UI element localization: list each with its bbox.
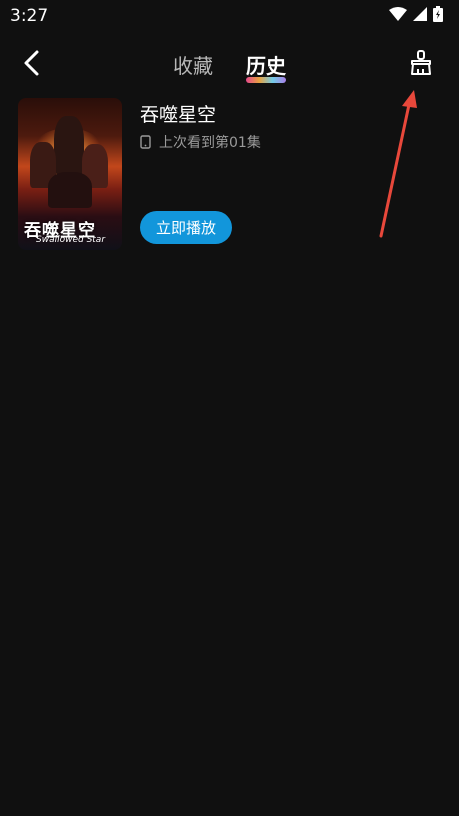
- tab-favorites[interactable]: 收藏: [173, 50, 213, 79]
- watch-progress: 上次看到第01集: [140, 132, 261, 152]
- poster-title-en: Swallowed Star: [36, 235, 106, 245]
- status-icons: [389, 6, 443, 22]
- tab-favorites-label: 收藏: [172, 54, 213, 78]
- poster-figure: [48, 172, 92, 208]
- status-bar: 3:27: [0, 0, 459, 32]
- tab-bar: 收藏 历史: [0, 50, 459, 83]
- tab-history-label: 历史: [246, 54, 287, 78]
- phone-icon: [140, 135, 151, 149]
- annotation-arrow-icon: [379, 90, 417, 238]
- wifi-icon: [389, 7, 407, 21]
- play-now-button[interactable]: 立即播放: [140, 211, 232, 244]
- poster-image[interactable]: 吞噬星空 Swallowed Star: [18, 98, 122, 250]
- watch-progress-text: 上次看到第01集: [159, 135, 261, 151]
- battery-charging-icon: [433, 6, 443, 22]
- clear-history-brush-icon[interactable]: [409, 50, 433, 76]
- poster-figure: [54, 116, 84, 174]
- video-title[interactable]: 吞噬星空: [140, 100, 216, 127]
- status-time: 3:27: [10, 6, 49, 26]
- tab-history[interactable]: 历史: [246, 50, 287, 83]
- signal-icon: [413, 7, 427, 21]
- nav-bar: 收藏 历史: [0, 38, 459, 88]
